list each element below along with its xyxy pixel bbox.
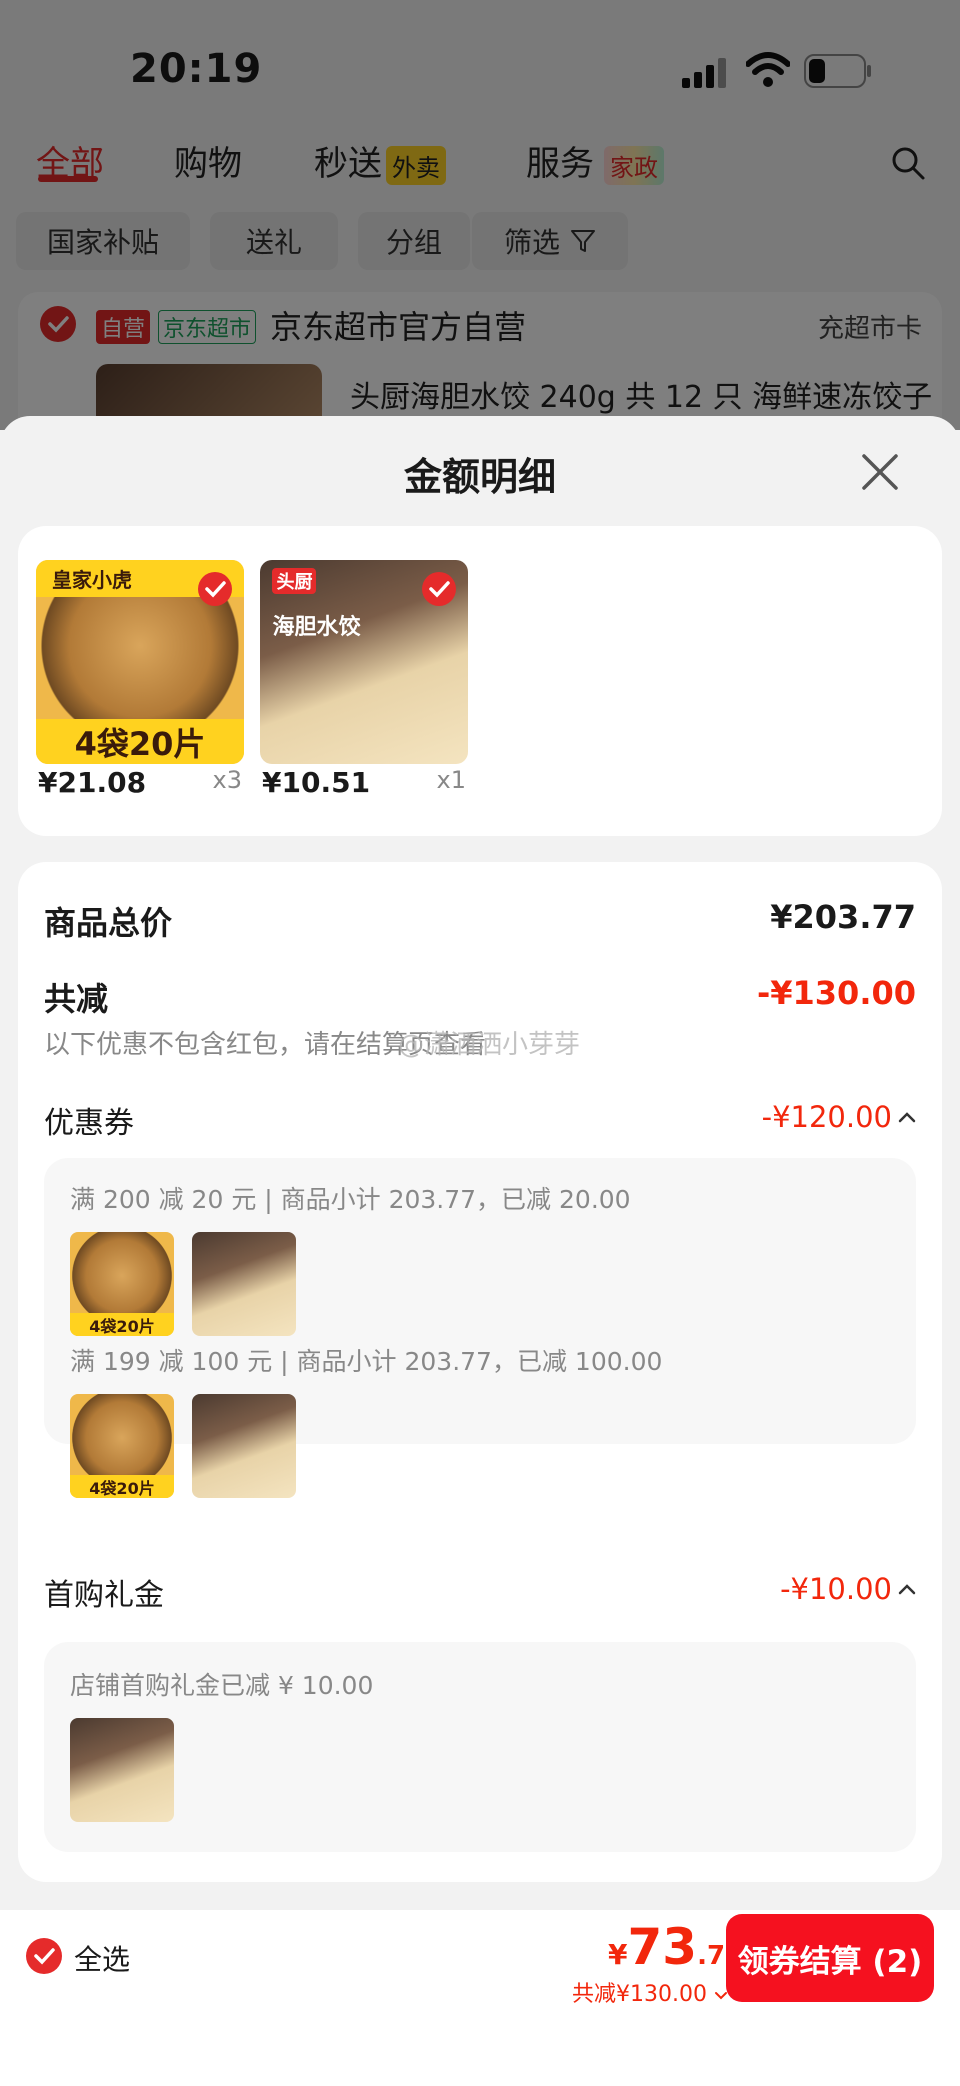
discount-label: 共减: [44, 980, 109, 1018]
product-item[interactable]: 皇家小虎 4袋20片 ¥21.08 x3: [36, 560, 244, 799]
check-icon: [34, 1948, 55, 1965]
sheet-title: 金额明细: [403, 455, 556, 499]
gift-product-thumb-dumpling: [70, 1718, 174, 1822]
pizza-promo-band: 4袋20片: [36, 719, 244, 764]
total-price-label: 商品总价: [44, 904, 173, 942]
price-detail-card: 商品总价 ¥203.77 共减 -¥130.00 以下优惠不包含红包，请在结算页…: [18, 862, 942, 1882]
checkout-bar: 全选 ¥73.77 共减¥130.00 领券结算 (2): [0, 1910, 960, 2086]
watermark: @潇洒洒小芽芽: [398, 1030, 581, 1060]
amount-detail-sheet: 金额明细 皇家小虎 4袋20片 ¥21.08 x3 头厨 海胆水饺 ¥10.51…: [0, 416, 960, 2086]
coupon-detail-box: 满 200 减 20 元 | 商品小计 203.77，已减 20.00 4袋20…: [44, 1158, 916, 1498]
first-purchase-gift-label: 首购礼金: [44, 1578, 164, 1613]
coupon-product-thumb-dumpling: [192, 1232, 296, 1336]
gift-toggle[interactable]: -¥10.00: [780, 1572, 916, 1606]
gift-value: -¥10.00: [780, 1572, 892, 1606]
thumb-promo-band: 4袋20片: [70, 1475, 174, 1498]
coupon-rule-1: 满 200 减 20 元 | 商品小计 203.77，已减 20.00: [70, 1185, 631, 1214]
product-item[interactable]: 头厨 海胆水饺 ¥10.51 x1: [260, 560, 468, 799]
product-checkbox[interactable]: [422, 572, 456, 606]
total-integer: 73: [627, 1918, 698, 1976]
selected-products-card: 皇家小虎 4袋20片 ¥21.08 x3 头厨 海胆水饺 ¥10.51 x1: [18, 526, 942, 836]
total-price-value: ¥203.77: [770, 898, 916, 936]
thumb-promo-band: 4袋20片: [70, 1313, 174, 1336]
chevron-down-icon: [714, 1992, 727, 2000]
saved-amount: 共减¥130.00: [572, 1982, 707, 2007]
total-amount: ¥73.77: [608, 1918, 743, 1976]
product-quantity: x1: [436, 766, 466, 794]
chevron-up-icon: [898, 1584, 916, 1595]
product-quantity: x3: [212, 766, 242, 794]
coupon-toggle[interactable]: -¥120.00: [762, 1100, 916, 1134]
coupon-rule-2: 满 199 减 100 元 | 商品小计 203.77，已减 100.00: [70, 1347, 663, 1376]
coupon-product-thumb-dumpling: [192, 1394, 296, 1498]
discount-value: -¥130.00: [756, 974, 916, 1012]
coupon-product-thumb-pizza: 4袋20片: [70, 1232, 174, 1336]
modal-dim-overlay[interactable]: [0, 0, 960, 430]
check-icon: [429, 581, 450, 598]
gift-rule: 店铺首购礼金已减 ¥ 10.00: [70, 1671, 374, 1700]
select-all-checkbox[interactable]: [26, 1938, 62, 1974]
saved-amount-toggle[interactable]: 共减¥130.00: [572, 1976, 728, 2008]
close-icon[interactable]: [856, 448, 904, 496]
check-icon: [205, 581, 226, 598]
chevron-up-icon: [898, 1112, 916, 1123]
gift-detail-box: 店铺首购礼金已减 ¥ 10.00: [44, 1642, 916, 1852]
coupon-value: -¥120.00: [761, 1100, 892, 1134]
select-all-label[interactable]: 全选: [74, 1938, 130, 1978]
currency-symbol: ¥: [608, 1938, 628, 1971]
product-price: ¥10.51: [262, 766, 371, 799]
dumpling-brand-tag: 头厨: [272, 568, 317, 595]
product-image-pizza: 皇家小虎 4袋20片: [36, 560, 244, 764]
coupon-label: 优惠券: [44, 1106, 134, 1141]
product-price: ¥21.08: [38, 766, 147, 799]
dumpling-name-text: 海胆水饺: [272, 614, 361, 640]
product-image-dumpling: 头厨 海胆水饺: [260, 560, 468, 764]
product-checkbox[interactable]: [198, 572, 232, 606]
coupon-product-thumb-pizza: 4袋20片: [70, 1394, 174, 1498]
checkout-button[interactable]: 领券结算 (2): [726, 1914, 934, 2002]
